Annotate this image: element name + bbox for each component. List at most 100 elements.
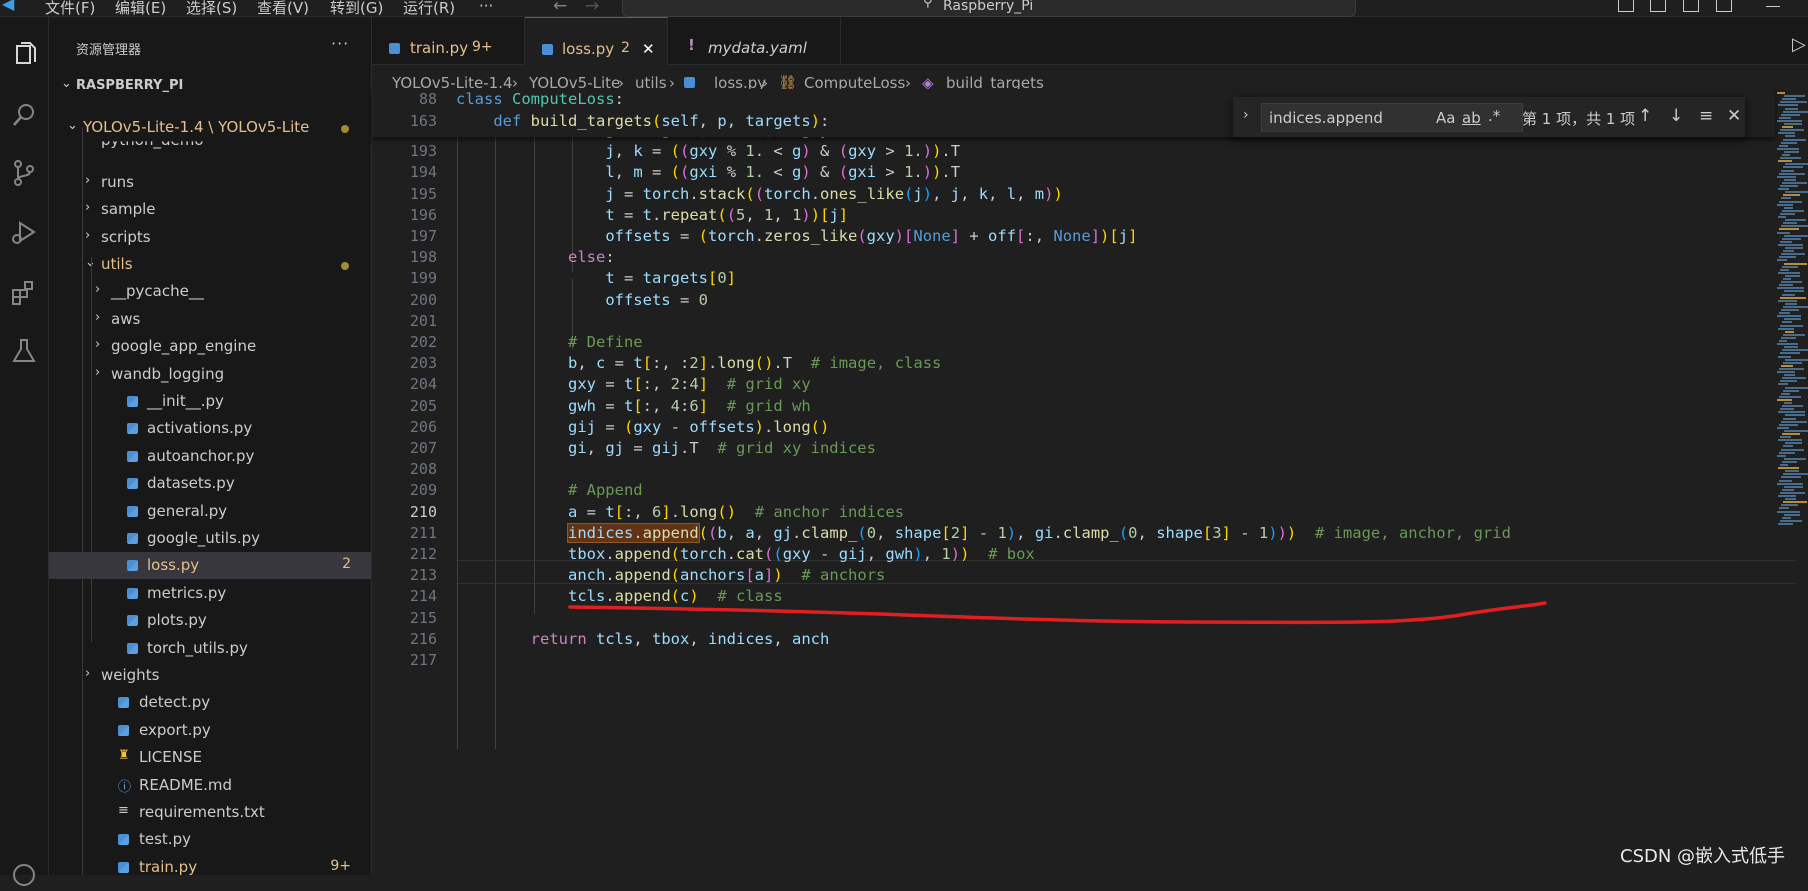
find-in-selection-icon[interactable]: ≡: [1699, 106, 1713, 126]
code-line: j = torch.stack((torch.ones_like(j), j, …: [605, 184, 1063, 203]
forward-arrow-icon[interactable]: →: [585, 0, 599, 16]
tree-item[interactable]: › __pycache__: [49, 278, 371, 305]
customize-layout-icon[interactable]: [1716, 0, 1732, 12]
tree-item-label: __init__.py: [147, 392, 224, 410]
yaml-file-icon: !: [688, 36, 695, 54]
tree-item-label: LICENSE: [139, 748, 202, 767]
minimap-line: [1785, 302, 1797, 305]
tree-item[interactable]: ≡ requirements.txt: [49, 799, 371, 826]
menu-item[interactable]: 选择(S): [186, 0, 237, 18]
workspace-root[interactable]: ⌄ RASPBERRY_PI: [49, 72, 371, 99]
problem-count-badge: 9+: [472, 39, 493, 55]
tree-item[interactable]: ⌄ YOLOv5-Lite-1.4 \ YOLOv5-Lite: [49, 114, 371, 141]
tree-item[interactable]: google_utils.py: [49, 525, 371, 552]
find-input[interactable]: indices.append Aa ab .*: [1261, 103, 1523, 132]
minimize-window-icon[interactable]: [1766, 6, 1780, 7]
line-number: 204: [409, 375, 437, 394]
match-case-button[interactable]: Aa: [1436, 109, 1455, 127]
minimap-line: [1778, 355, 1791, 358]
tree-item[interactable]: train.py 9+: [49, 854, 371, 875]
source-control-icon[interactable]: [8, 157, 40, 189]
minimap-line: [1777, 510, 1800, 513]
python-file-icon: [127, 587, 138, 599]
sticky-code-line[interactable]: def build_targets(self, p, targets):: [456, 112, 829, 130]
tree-item[interactable]: general.py: [49, 498, 371, 525]
tree-item[interactable]: › google_app_engine: [49, 333, 371, 360]
toggle-secondary-sidebar-icon[interactable]: [1683, 0, 1699, 12]
minimap-line: [1783, 250, 1794, 253]
tree-item[interactable]: ♜ LICENSE: [49, 744, 371, 771]
toggle-replace-icon[interactable]: ›: [1243, 107, 1249, 123]
tree-item[interactable]: › wandb_logging: [49, 361, 371, 388]
extensions-icon[interactable]: [8, 277, 40, 309]
tree-item[interactable]: metrics.py: [49, 580, 371, 607]
search-icon[interactable]: [8, 99, 40, 131]
tab-mydata-yaml[interactable]: ! mydata.yaml: [668, 17, 841, 64]
menu-item[interactable]: 查看(V): [257, 0, 309, 18]
minimap-line: [1784, 318, 1801, 321]
minimap-line: [1780, 352, 1800, 355]
use-regex-button[interactable]: .*: [1488, 107, 1500, 125]
python-file-icon: [127, 533, 138, 544]
tree-item[interactable]: __init__.py: [49, 388, 371, 415]
tree-item[interactable]: detect.py: [49, 689, 371, 716]
license-file-icon: ♜: [118, 748, 130, 764]
back-arrow-icon[interactable]: ←: [553, 0, 567, 16]
tree-item[interactable]: › sample: [49, 196, 371, 223]
minimap-line: [1778, 411, 1805, 414]
menu-item[interactable]: ···: [479, 0, 493, 15]
minimap-line: [1781, 197, 1791, 200]
tree-item[interactable]: › aws: [49, 306, 371, 333]
minimap[interactable]: [1775, 89, 1808, 875]
more-actions-button[interactable]: ···: [331, 34, 349, 53]
close-tab-icon[interactable]: ✕: [642, 40, 655, 58]
minimap-line: [1784, 178, 1796, 181]
tree-item[interactable]: loss.py 2: [49, 552, 371, 580]
menu-item[interactable]: 编辑(E): [115, 0, 166, 18]
minimap-line: [1777, 315, 1801, 318]
tree-item[interactable]: › scripts: [49, 224, 371, 251]
previous-match-icon[interactable]: ↑: [1638, 106, 1652, 126]
breadcrumb: YOLOv5-Lite-1.4 › YOLOv5-Lite › utils › …: [372, 65, 1808, 92]
tree-item[interactable]: ⓘ README.md: [49, 772, 371, 799]
run-python-file-icon[interactable]: ▷: [1792, 34, 1806, 55]
run-debug-icon[interactable]: [8, 217, 40, 249]
toggle-sidebar-icon[interactable]: [1618, 0, 1634, 12]
minimap-line: [1778, 132, 1795, 135]
line-number: 193: [409, 142, 437, 161]
minimap-line: [1781, 504, 1798, 507]
tree-item[interactable]: torch_utils.py: [49, 635, 371, 662]
explorer-icon[interactable]: [8, 39, 40, 71]
tree-item[interactable]: ⌄utils: [49, 251, 371, 278]
minimap-line: [1782, 349, 1808, 352]
tree-item[interactable]: plots.py: [49, 607, 371, 634]
tree-item[interactable]: autoanchor.py: [49, 443, 371, 470]
menu-item[interactable]: 转到(G): [330, 0, 383, 18]
accounts-icon[interactable]: [8, 859, 40, 891]
sticky-line-number: 163: [409, 112, 437, 130]
tree-item[interactable]: › weights: [49, 662, 371, 689]
minimap-line: [1780, 268, 1789, 271]
tab-train-py[interactable]: train.py 9+: [372, 17, 525, 64]
tree-item-label: torch_utils.py: [147, 638, 248, 657]
minimap-line: [1785, 358, 1808, 361]
menu-item[interactable]: 运行(R): [403, 0, 455, 18]
match-whole-word-button[interactable]: ab: [1462, 109, 1481, 127]
tree-item[interactable]: › runs: [49, 169, 371, 196]
testing-icon[interactable]: [8, 335, 40, 367]
tree-item[interactable]: activations.py: [49, 415, 371, 442]
code-line: j, k = ((gxy % 1. < g) & (gxy > 1.)).T: [605, 142, 961, 161]
code-line: a = t[:, 6].long() # anchor indices: [567, 502, 905, 521]
tab-loss-py[interactable]: loss.py 2 ✕: [525, 17, 668, 65]
command-center-search[interactable]: ⚲ Raspberry_Pi: [622, 0, 1356, 17]
next-match-icon[interactable]: ↓: [1669, 106, 1683, 126]
close-find-icon[interactable]: ✕: [1727, 106, 1741, 126]
tree-item[interactable]: test.py: [49, 826, 371, 853]
sticky-code-line[interactable]: class ComputeLoss:: [456, 90, 624, 108]
code-editor[interactable]: 192 gxi = gain[[2, 3]] - gxy # inverse19…: [372, 89, 1808, 875]
toggle-panel-icon[interactable]: [1650, 0, 1666, 12]
tree-item[interactable]: datasets.py: [49, 470, 371, 497]
minimap-line: [1781, 253, 1805, 256]
menu-item[interactable]: 文件(F): [45, 0, 95, 18]
tree-item[interactable]: export.py: [49, 717, 371, 744]
